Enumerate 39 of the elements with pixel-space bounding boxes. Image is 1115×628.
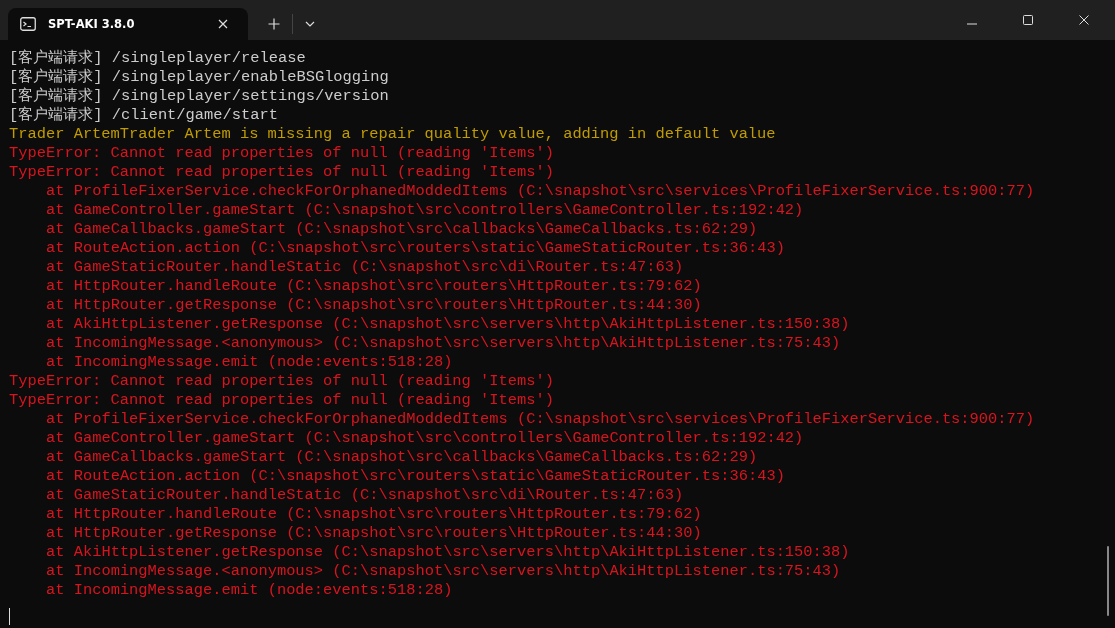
console-line: at GameCallbacks.gameStart (C:\snapshot\src\callbacks\GameCallbacks.ts:62:29) <box>46 220 758 238</box>
console-line: [客户端请求] /singleplayer/settings/version <box>9 87 389 105</box>
console-line: at HttpRouter.getResponse (C:\snapshot\src\routers\HttpRouter.ts:44:30) <box>46 524 702 542</box>
close-icon[interactable] <box>1079 15 1089 25</box>
console-line: at GameStaticRouter.handleStatic (C:\snapshot\src\di\Router.ts:47:63) <box>46 486 684 504</box>
terminal-icon <box>20 17 36 31</box>
console-line: at IncomingMessage.emit (node:events:518:28) <box>46 353 453 371</box>
console-line: at ProfileFixerService.checkForOrphanedModdedItems (C:\snapshot\src\services\ProfileFixerService.ts:900:77) <box>46 182 1035 200</box>
console-line: at HttpRouter.handleRoute (C:\snapshot\src\routers\HttpRouter.ts:79:62) <box>46 505 702 523</box>
console-line: at GameStaticRouter.handleStatic (C:\snapshot\src\di\Router.ts:47:63) <box>46 258 684 276</box>
tab-title: SPT-AKI 3.8.0 <box>48 17 136 31</box>
console-line: at AkiHttpListener.getResponse (C:\snapshot\src\servers\http\AkiHttpListener.ts:150:38) <box>46 543 850 561</box>
console-line: at GameController.gameStart (C:\snapshot\src\controllers\GameController.ts:192:42) <box>46 201 804 219</box>
console-line: TypeError: Cannot read properties of null (reading 'Items') <box>9 391 554 409</box>
console-line: TypeError: Cannot read properties of null (reading 'Items') <box>9 372 554 390</box>
console-line: TypeError: Cannot read properties of null (reading 'Items') <box>9 144 554 162</box>
text-cursor <box>9 608 10 625</box>
console-line: at IncomingMessage.emit (node:events:518:28) <box>46 581 453 599</box>
chevron-down-icon[interactable] <box>305 21 315 27</box>
maximize-icon[interactable] <box>1023 15 1033 25</box>
close-icon[interactable] <box>218 19 228 29</box>
console-line: at RouteAction.action (C:\snapshot\src\routers\static\GameStaticRouter.ts:36:43) <box>46 467 785 485</box>
console-line: at IncomingMessage.<anonymous> (C:\snapshot\src\servers\http\AkiHttpListener.ts:75:43) <box>46 562 841 580</box>
plus-icon[interactable] <box>268 18 280 30</box>
console-line: at GameController.gameStart (C:\snapshot\src\controllers\GameController.ts:192:42) <box>46 429 804 447</box>
console-line: Trader ArtemTrader Artem is missing a repair quality value, adding in default value <box>9 125 776 143</box>
console-line: at GameCallbacks.gameStart (C:\snapshot\src\callbacks\GameCallbacks.ts:62:29) <box>46 448 758 466</box>
console-line: TypeError: Cannot read properties of null (reading 'Items') <box>9 163 554 181</box>
console-line: at IncomingMessage.<anonymous> (C:\snapshot\src\servers\http\AkiHttpListener.ts:75:43) <box>46 334 841 352</box>
console-line: at HttpRouter.getResponse (C:\snapshot\src\routers\HttpRouter.ts:44:30) <box>46 296 702 314</box>
console-line: at RouteAction.action (C:\snapshot\src\routers\static\GameStaticRouter.ts:36:43) <box>46 239 785 257</box>
console-line: [客户端请求] /singleplayer/enableBSGlogging <box>9 68 389 86</box>
console-line: at HttpRouter.handleRoute (C:\snapshot\src\routers\HttpRouter.ts:79:62) <box>46 277 702 295</box>
console-line: [客户端请求] /singleplayer/release <box>9 49 306 67</box>
terminal-tab[interactable]: SPT-AKI 3.8.0 <box>8 8 248 40</box>
scrollbar-thumb[interactable] <box>1107 546 1109 616</box>
console-line: [客户端请求] /client/game/start <box>9 106 278 124</box>
console-line: at AkiHttpListener.getResponse (C:\snapshot\src\servers\http\AkiHttpListener.ts:150:38) <box>46 315 850 333</box>
console-line: at ProfileFixerService.checkForOrphanedModdedItems (C:\snapshot\src\services\ProfileFixerService.ts:900:77) <box>46 410 1035 428</box>
